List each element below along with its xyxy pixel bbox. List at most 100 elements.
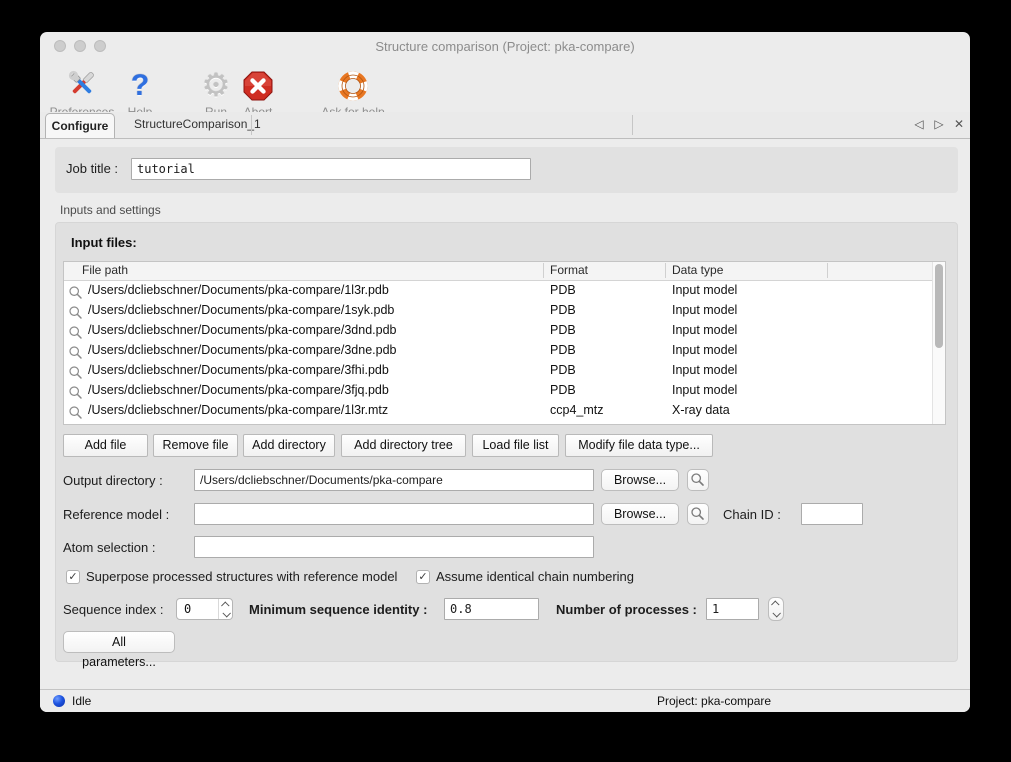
magnifier-icon[interactable]	[68, 302, 84, 322]
reference-model-input[interactable]	[194, 503, 594, 525]
format-cell: PDB	[550, 320, 576, 340]
data-type-cell: Input model	[672, 280, 737, 300]
modify-file-data-type-button[interactable]: Modify file data type...	[565, 434, 713, 457]
help-icon: ?	[120, 64, 160, 102]
job-title-panel: Job title :	[55, 147, 958, 193]
checkbox-check-icon: ✓	[66, 570, 80, 584]
column-header-format[interactable]: Format	[550, 263, 588, 277]
data-type-cell: Input model	[672, 300, 737, 320]
scrollbar-thumb[interactable]	[935, 264, 943, 348]
tab-separator	[632, 115, 633, 135]
status-indicator-icon	[53, 695, 65, 707]
file-path-cell: /Users/dcliebschner/Documents/pka-compar…	[88, 380, 389, 400]
add-directory-tree-button[interactable]: Add directory tree	[341, 434, 466, 457]
magnifier-icon[interactable]	[68, 322, 84, 342]
table-row[interactable]: /Users/dcliebschner/Documents/pka-compar…	[64, 320, 933, 340]
superpose-checkbox[interactable]: ✓ Superpose processed structures with re…	[66, 569, 397, 584]
num-processes-stepper[interactable]	[768, 597, 784, 621]
magnifier-icon	[690, 472, 706, 488]
output-directory-search-button[interactable]	[687, 469, 709, 491]
output-directory-input[interactable]	[194, 469, 594, 491]
data-type-cell: Input model	[672, 340, 737, 360]
vertical-scrollbar[interactable]	[932, 262, 945, 424]
data-type-cell: Input model	[672, 320, 737, 340]
magnifier-icon[interactable]	[68, 282, 84, 302]
file-path-cell: /Users/dcliebschner/Documents/pka-compar…	[88, 360, 389, 380]
output-directory-browse-button[interactable]: Browse...	[601, 469, 679, 491]
ask-for-help-button[interactable]: Ask for help	[310, 64, 396, 119]
load-file-list-button[interactable]: Load file list	[472, 434, 559, 457]
table-row[interactable]: /Users/dcliebschner/Documents/pka-compar…	[64, 340, 933, 360]
min-seq-identity-input[interactable]	[444, 598, 539, 620]
data-type-cell: X-ray data	[672, 400, 730, 420]
atom-selection-label: Atom selection :	[63, 540, 156, 555]
magnifier-icon[interactable]	[68, 402, 84, 422]
chain-id-input[interactable]	[801, 503, 863, 525]
atom-selection-input[interactable]	[194, 536, 594, 558]
checkbox-check-icon: ✓	[416, 570, 430, 584]
num-processes-input[interactable]	[706, 598, 759, 620]
tab-prev-arrow-icon[interactable]: ◁	[912, 117, 926, 131]
stepper-up-icon[interactable]	[771, 600, 779, 608]
file-path-cell: /Users/dcliebschner/Documents/pka-compar…	[88, 320, 397, 340]
magnifier-icon[interactable]	[68, 382, 84, 402]
tab-close-icon[interactable]: ✕	[952, 117, 966, 131]
format-cell: PDB	[550, 360, 576, 380]
table-row[interactable]: /Users/dcliebschner/Documents/pka-compar…	[64, 300, 933, 320]
table-row[interactable]: /Users/dcliebschner/Documents/pka-compar…	[64, 360, 933, 380]
data-type-cell: Input model	[672, 360, 737, 380]
assume-identical-checkbox-label: Assume identical chain numbering	[436, 569, 634, 584]
magnifier-icon[interactable]	[68, 362, 84, 382]
table-row[interactable]: /Users/dcliebschner/Documents/pka-compar…	[64, 380, 933, 400]
preferences-button[interactable]: Preferences	[44, 64, 120, 119]
output-directory-label: Output directory :	[63, 473, 163, 488]
chain-id-label: Chain ID :	[723, 507, 781, 522]
job-title-label: Job title :	[66, 161, 118, 176]
tab-next-arrow-icon[interactable]: ▷	[932, 117, 946, 131]
magnifier-icon[interactable]	[68, 342, 84, 362]
inputs-settings-label: Inputs and settings	[60, 203, 161, 217]
all-parameters-button[interactable]: All parameters...	[63, 631, 175, 653]
reference-model-label: Reference model :	[63, 507, 169, 522]
table-header: File path Format Data type	[64, 262, 933, 281]
abort-button[interactable]: Abort	[234, 64, 282, 119]
tab-configure[interactable]: Configure	[45, 113, 115, 138]
format-cell: PDB	[550, 300, 576, 320]
assume-identical-checkbox[interactable]: ✓ Assume identical chain numbering	[416, 569, 634, 584]
magnifier-icon	[690, 506, 706, 522]
superpose-checkbox-label: Superpose processed structures with refe…	[86, 569, 397, 584]
format-cell: PDB	[550, 340, 576, 360]
job-title-input[interactable]	[131, 158, 531, 180]
run-button[interactable]: ⚙ Run	[192, 64, 240, 119]
remove-file-button[interactable]: Remove file	[153, 434, 238, 457]
status-bar: Idle Project: pka-compare	[40, 689, 970, 712]
help-button[interactable]: ? Help	[120, 64, 160, 119]
tools-icon	[44, 64, 120, 102]
tab-bar: Configure StructureComparison_1 ◁ ▷ ✕	[40, 112, 970, 139]
column-header-data-type[interactable]: Data type	[672, 263, 723, 277]
reference-model-search-button[interactable]	[687, 503, 709, 525]
title-bar: Structure comparison (Project: pka-compa…	[40, 32, 970, 60]
min-seq-identity-label: Minimum sequence identity :	[249, 602, 427, 617]
sequence-index-label: Sequence index :	[63, 602, 163, 617]
column-separator	[827, 263, 828, 278]
add-file-button[interactable]: Add file	[63, 434, 148, 457]
lifebuoy-icon	[310, 64, 396, 102]
stepper-chevrons-icon[interactable]	[218, 599, 232, 619]
project-text: Project: pka-compare	[657, 694, 771, 708]
sequence-index-stepper[interactable]: 0	[176, 598, 233, 620]
column-header-file-path[interactable]: File path	[82, 263, 128, 277]
add-directory-button[interactable]: Add directory	[243, 434, 335, 457]
file-path-cell: /Users/dcliebschner/Documents/pka-compar…	[88, 280, 389, 300]
num-processes-label: Number of processes :	[556, 602, 697, 617]
file-path-cell: /Users/dcliebschner/Documents/pka-compar…	[88, 340, 397, 360]
stepper-down-icon[interactable]	[772, 609, 780, 617]
file-path-cell: /Users/dcliebschner/Documents/pka-compar…	[88, 300, 394, 320]
format-cell: ccp4_mtz	[550, 400, 604, 420]
input-files-table[interactable]: File path Format Data type /Users/dclieb…	[63, 261, 946, 425]
reference-model-browse-button[interactable]: Browse...	[601, 503, 679, 525]
table-row[interactable]: /Users/dcliebschner/Documents/pka-compar…	[64, 400, 933, 420]
data-type-cell: Input model	[672, 380, 737, 400]
column-separator	[543, 263, 544, 278]
table-row[interactable]: /Users/dcliebschner/Documents/pka-compar…	[64, 280, 933, 300]
